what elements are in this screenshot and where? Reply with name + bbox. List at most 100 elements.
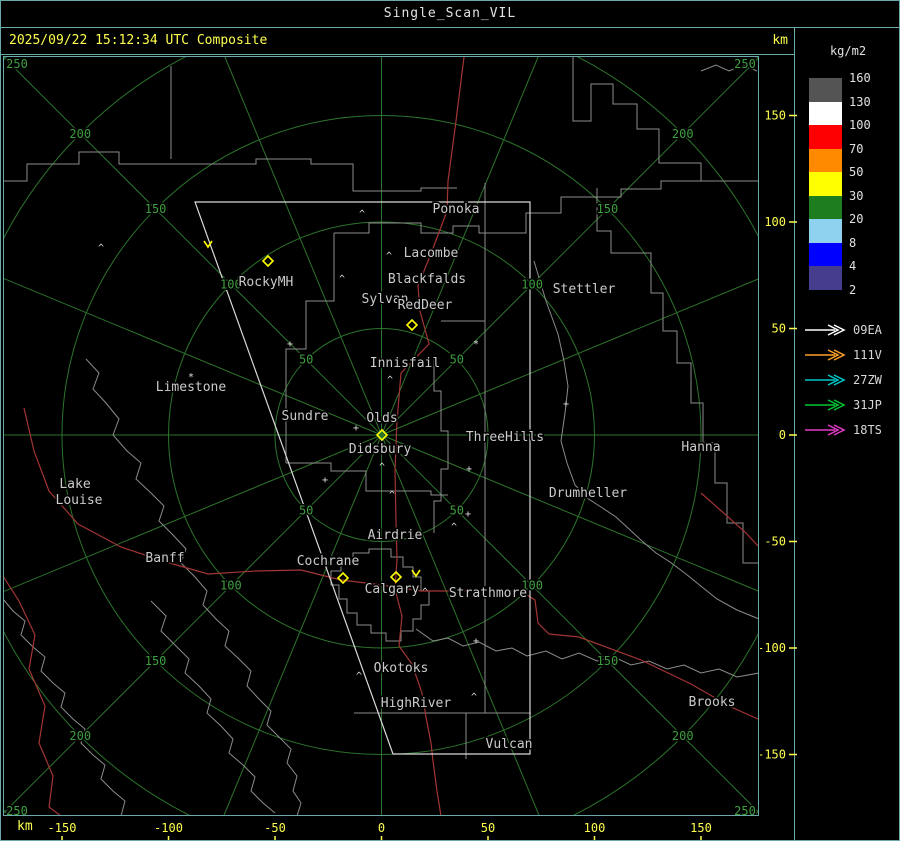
county-boundary-line: [285, 233, 335, 463]
town-label-lacombe: Lacombe: [404, 246, 459, 261]
bottom-axis-label: -150: [48, 821, 77, 835]
legend-swatch: [809, 195, 842, 219]
bottom-axis-label: 50: [481, 821, 495, 835]
right-axis-label: 150: [764, 109, 786, 123]
range-ring-label: 150: [145, 654, 167, 668]
map-layers: 50 5050 50100 100100 100150 150150 150200 20020…: [4, 57, 758, 815]
bottom-axis-label: 100: [584, 821, 606, 835]
legend-unit-label: kg/m2: [829, 44, 867, 58]
bottom-axis-label: 0: [378, 821, 385, 835]
site-marker-icon: ^: [471, 692, 477, 703]
legend-scale-value: 20: [849, 212, 864, 226]
radar-map-canvas[interactable]: 50 5050 50100 100100 100150 150150 150200 20020…: [1, 56, 760, 817]
range-ring-label: 200: [69, 729, 91, 743]
site-marker-icon: ^: [98, 243, 104, 254]
legend-swatch: [809, 242, 842, 266]
town-label-ponoka: Ponoka: [433, 202, 480, 217]
town-label-calgary: Calgary: [365, 582, 420, 597]
site-marker-icon: ^: [386, 251, 392, 262]
town-label-highriver: HighRiver: [381, 696, 452, 711]
range-ring-label: 50: [450, 503, 464, 517]
bottom-axis-label: -100: [154, 821, 183, 835]
town-label-olds: Olds: [366, 411, 397, 426]
town-label-threehills: ThreeHills: [466, 430, 544, 445]
town-label-louise: Louise: [56, 493, 103, 508]
azimuth-line: [381, 434, 758, 592]
site-marker-icon: ^: [356, 671, 362, 682]
range-ring-label: 100: [521, 277, 543, 291]
right-axis-label: 100: [764, 215, 786, 229]
vector-id-label: 31JP: [853, 398, 882, 412]
range-ring-label: 250: [734, 57, 756, 71]
legend-scale-value: 160: [849, 71, 871, 85]
site-marker-icon: ^: [379, 462, 385, 473]
town-label-brooks: Brooks: [689, 695, 736, 710]
county-boundary-line: [4, 151, 457, 192]
storm-marker-diamond-icon: [405, 318, 419, 332]
legend-scale-value: 50: [849, 165, 864, 179]
site-marker-icon: +: [466, 464, 472, 475]
azimuth-line: [223, 434, 382, 815]
county-boundary-line: [433, 357, 449, 533]
legend-scale-value: 130: [849, 94, 871, 109]
bottom-axis-label: 150: [690, 821, 712, 835]
right-axis-label: -100: [760, 641, 786, 655]
range-ring-label: 200: [672, 729, 694, 743]
site-marker-icon: +: [353, 423, 359, 434]
town-label-vulcan: Vulcan: [486, 737, 533, 752]
town-label-drumheller: Drumheller: [549, 486, 627, 501]
legend-swatch: [809, 266, 842, 290]
site-marker-icon: ^: [387, 375, 393, 386]
site-marker-icon: ^: [359, 209, 365, 220]
legend-swatch: [809, 219, 842, 243]
site-marker-icon: +: [287, 339, 293, 350]
storm-marker-diamond-icon: [336, 571, 350, 585]
town-label-airdrie: Airdrie: [368, 528, 423, 543]
bottom-axis: -150 -100 -50 0 50 100 150: [48, 821, 712, 840]
bottom-axis-label: -50: [264, 821, 286, 835]
range-ring-label: 50: [450, 353, 464, 367]
range-ring-label: 200: [69, 127, 91, 141]
legend-storm-vectors: 09EA 111V 27ZW 31JP 18TS: [805, 323, 883, 437]
town-label-okotoks: Okotoks: [374, 661, 429, 676]
county-boundary-line: [596, 188, 758, 564]
right-axis-label: -50: [764, 535, 786, 549]
legend-scale-value: 30: [849, 188, 864, 203]
right-axis-label: 50: [772, 322, 786, 336]
county-boundary-line: [334, 180, 758, 234]
legend-swatch: [809, 78, 842, 102]
town-label-stettler: Stettler: [553, 282, 616, 297]
right-axis: 150 100 50 0 -50 -100 -150: [760, 109, 797, 762]
azimuth-line: [4, 278, 382, 436]
range-ring-label: 150: [145, 202, 167, 216]
range-ring-label: 100: [220, 579, 242, 593]
legend-swatch: [809, 101, 842, 125]
range-ring-label: 200: [672, 127, 694, 141]
highway-line: [4, 576, 61, 815]
radar-application-window: Single_Scan_VIL 2025/09/22 15:12:34 UTC …: [0, 0, 900, 841]
vector-id-label: 27ZW: [853, 373, 883, 387]
site-marker-icon: ^: [339, 274, 345, 285]
county-boundary-line: [415, 628, 758, 678]
legend-swatch: [809, 125, 842, 149]
site-marker-icon: +: [563, 399, 569, 410]
right-axis-unit-label: km: [772, 33, 788, 48]
site-marker-icon: ^: [451, 522, 457, 533]
county-boundary-line: [4, 599, 126, 815]
town-label-banff: Banff: [145, 551, 184, 566]
range-ring-label: 150: [597, 654, 619, 668]
highway-line: [700, 492, 758, 547]
window-title: Single_Scan_VIL: [383, 6, 517, 21]
town-label-cochrane: Cochrane: [297, 554, 360, 569]
site-marker-icon: *: [473, 339, 479, 350]
range-ring-label: 250: [6, 57, 28, 71]
town-label-blackfalds: Blackfalds: [388, 272, 466, 287]
town-label-sundre: Sundre: [282, 409, 329, 424]
vector-id-label: 09EA: [853, 323, 883, 337]
range-ring-label: 50: [299, 353, 313, 367]
legend-swatch: [809, 148, 842, 172]
site-marker-icon: ^: [422, 587, 428, 598]
site-marker-icon: +: [473, 636, 479, 647]
right-axis-label: -150: [760, 748, 786, 762]
town-label-rockymh: RockyMH: [239, 275, 294, 290]
